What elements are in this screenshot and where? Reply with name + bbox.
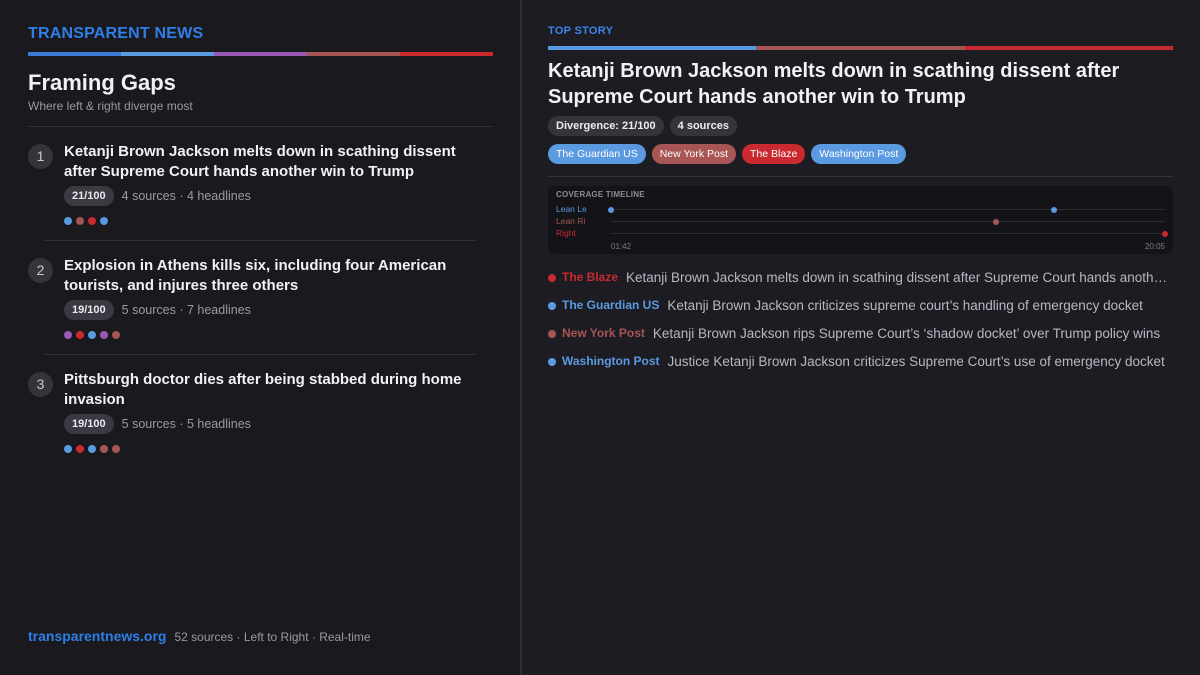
timeline-track (611, 209, 1165, 210)
spectrum-segment (214, 52, 307, 56)
headline-list: The Blaze Ketanji Brown Jackson melts do… (548, 263, 1173, 375)
source-dot (100, 331, 108, 339)
source-dots (64, 331, 124, 339)
source-count-badge: 4 sources (669, 116, 738, 136)
footer-meta: 52 sources · Left to Right · Real-time (174, 630, 371, 644)
headline-text[interactable]: Ketanji Brown Jackson melts down in scat… (626, 270, 1173, 285)
framing-gaps-panel: TRANSPARENT NEWS Framing Gaps Where left… (0, 0, 520, 675)
timeline-point[interactable] (608, 206, 614, 213)
timeline-track (611, 233, 1165, 234)
headline-source[interactable]: New York Post (562, 326, 645, 340)
timeline-lane-label: Right (556, 228, 576, 238)
score-pill: 19/100 (64, 414, 114, 434)
source-dot (76, 445, 84, 453)
top-story-panel: TOP STORY Ketanji Brown Jackson melts do… (522, 0, 1200, 675)
spectrum-segment (400, 52, 493, 56)
headline-source[interactable]: Washington Post (562, 354, 660, 368)
brand-logo[interactable]: TRANSPARENT NEWS (28, 25, 203, 43)
divider (548, 176, 1173, 177)
headline-source[interactable]: The Guardian US (562, 298, 659, 312)
source-dot (76, 331, 84, 339)
spectrum-segment (548, 46, 757, 50)
rank-badge: 1 (28, 144, 53, 169)
timeline-point[interactable] (1051, 206, 1058, 213)
story-divider (44, 354, 477, 355)
source-dot (100, 445, 108, 453)
timeline-title: COVERAGE TIMELINE (556, 190, 645, 199)
story-meta-text: 5 sources · 5 headlines (121, 417, 251, 431)
divider (28, 126, 493, 127)
coverage-timeline: COVERAGE TIMELINE Lean Le Lean Ri Right … (548, 186, 1173, 254)
rank-badge: 3 (28, 372, 53, 397)
timeline-track (611, 221, 1165, 222)
source-chips: The Guardian US New York Post The Blaze … (548, 144, 912, 164)
story-headline[interactable]: Pittsburgh doctor dies after being stabb… (64, 370, 484, 410)
headline-text[interactable]: Ketanji Brown Jackson rips Supreme Court… (653, 326, 1160, 341)
source-dot (548, 302, 556, 310)
top-story-label: TOP STORY (548, 25, 614, 37)
story-meta: 19/100 5 sources · 7 headlines (64, 300, 251, 320)
top-story-headline[interactable]: Ketanji Brown Jackson melts down in scat… (548, 58, 1173, 110)
source-dot (88, 217, 96, 225)
top-story-spectrum-bar (548, 46, 1173, 50)
story-meta: 19/100 5 sources · 5 headlines (64, 414, 251, 434)
timeline-end-time: 20:05 (1144, 242, 1165, 251)
footer: transparentnews.org 52 sources · Left to… (28, 628, 371, 644)
spectrum-bar (28, 52, 493, 56)
timeline-point[interactable] (1162, 230, 1168, 237)
source-chip-nypost[interactable]: New York Post (651, 144, 737, 164)
spectrum-segment (756, 46, 965, 50)
score-pill: 21/100 (64, 186, 114, 206)
story-divider (44, 240, 477, 241)
story-meta-text: 4 sources · 4 headlines (121, 189, 251, 203)
divergence-badge: Divergence: 21/100 (548, 116, 664, 136)
timeline-point[interactable] (993, 218, 1000, 225)
story-meta-text: 5 sources · 7 headlines (121, 303, 251, 317)
top-story-badges: Divergence: 21/100 4 sources (548, 116, 743, 136)
story-headline[interactable]: Explosion in Athens kills six, including… (64, 256, 484, 296)
source-dots (64, 217, 112, 225)
source-dot (88, 331, 96, 339)
source-dot (64, 445, 72, 453)
source-dot (76, 217, 84, 225)
source-dot (112, 331, 120, 339)
source-chip-guardian[interactable]: The Guardian US (548, 144, 646, 164)
source-dot (88, 445, 96, 453)
spectrum-segment (307, 52, 400, 56)
source-dot (64, 217, 72, 225)
rank-badge: 2 (28, 258, 53, 283)
story-headline[interactable]: Ketanji Brown Jackson melts down in scat… (64, 142, 484, 182)
timeline-lane-label: Lean Le (556, 204, 587, 214)
section-title: Framing Gaps (28, 70, 176, 95)
source-dots (64, 445, 124, 453)
source-chip-blaze[interactable]: The Blaze (742, 144, 806, 164)
footer-link[interactable]: transparentnews.org (28, 628, 166, 644)
timeline-lane-label: Lean Ri (556, 216, 586, 226)
spectrum-segment (964, 46, 1173, 50)
source-dot (548, 274, 556, 282)
headline-row[interactable]: Washington Post Justice Ketanji Brown Ja… (548, 347, 1173, 375)
source-dot (112, 445, 120, 453)
headline-source[interactable]: The Blaze (562, 270, 618, 284)
source-dot (548, 330, 556, 338)
spectrum-segment (28, 52, 121, 56)
story-meta: 21/100 4 sources · 4 headlines (64, 186, 251, 206)
headline-row[interactable]: The Blaze Ketanji Brown Jackson melts do… (548, 263, 1173, 291)
headline-row[interactable]: The Guardian US Ketanji Brown Jackson cr… (548, 291, 1173, 319)
timeline-start-time: 01:42 (611, 242, 632, 251)
section-subtitle: Where left & right diverge most (28, 99, 193, 113)
score-pill: 19/100 (64, 300, 114, 320)
headline-text[interactable]: Ketanji Brown Jackson criticizes supreme… (667, 298, 1142, 313)
source-chip-wapo[interactable]: Washington Post (811, 144, 907, 164)
source-dot (100, 217, 108, 225)
spectrum-segment (121, 52, 214, 56)
headline-row[interactable]: New York Post Ketanji Brown Jackson rips… (548, 319, 1173, 347)
source-dot (64, 331, 72, 339)
source-dot (548, 358, 556, 366)
headline-text[interactable]: Justice Ketanji Brown Jackson criticizes… (668, 354, 1165, 369)
